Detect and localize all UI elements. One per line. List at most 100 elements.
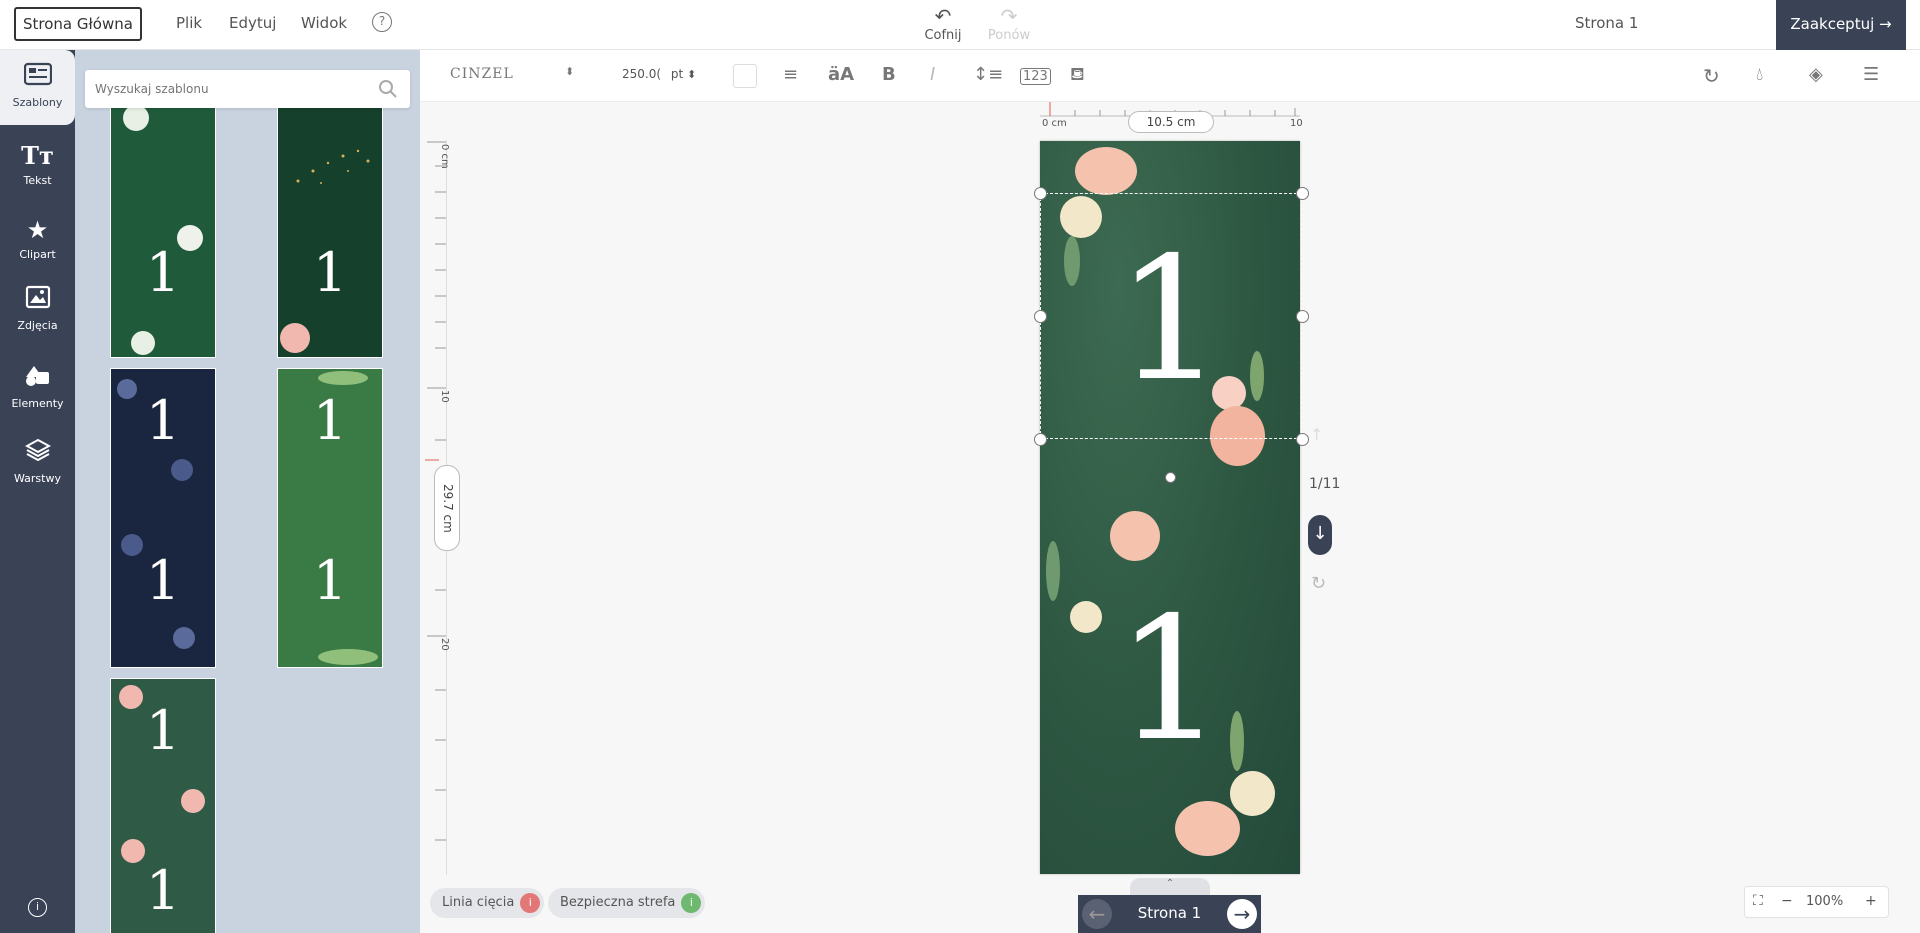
page-title: Strona 1 [1575,14,1639,32]
font-size-input[interactable]: 250.0( pt ⬍ [622,67,696,81]
text-toolbar: Cinzel ⬍ 250.0( pt ⬍ ≡ äA B I ↕≡ 123 ⛾ ↻… [420,50,1920,102]
resize-handle[interactable] [1296,187,1309,200]
left-sidebar: Szablony Tт Tekst ★ Clipart Zdjęcia Elem… [0,50,75,933]
help-icon[interactable]: ? [372,12,392,32]
flower-decoration [280,323,310,353]
align-center-icon[interactable]: ≡ [783,64,798,85]
font-size-value: 250.0( [622,67,662,81]
sidebar-item-clipart[interactable]: ★ Clipart [0,216,75,261]
next-page-button[interactable]: → [1227,899,1257,929]
photo-icon [0,285,75,315]
template-search [85,70,410,108]
flower-decoration [171,459,193,481]
sidebar-item-elements[interactable]: Elementy [0,363,75,410]
sidebar-item-label: Clipart [19,248,56,261]
layers-order-icon[interactable]: ◈ [1809,64,1823,85]
flower-decoration [1110,511,1160,561]
resize-handle[interactable] [1034,310,1047,323]
search-icon[interactable] [378,79,398,99]
gold-dots-decoration [296,149,370,184]
ruler-v-20: 20 [439,638,450,651]
page-number-bottom[interactable]: 1 [1040,581,1300,779]
redo-icon: ↷ [1000,4,1018,28]
template-thumbnail[interactable]: 1 1 [110,678,216,933]
accept-button[interactable]: Zaakceptuj → [1776,0,1906,50]
cut-line-toggle[interactable]: Linia cięcia i [430,888,545,918]
text-color-swatch[interactable] [733,64,757,88]
settings-sliders-icon[interactable]: ☰ [1863,64,1879,85]
arrow-right-icon: → [1233,902,1251,926]
fullscreen-icon[interactable]: ⛶ [1753,893,1763,909]
bold-icon[interactable]: B [882,64,896,85]
sidebar-item-photos[interactable]: Zdjęcia [0,285,75,332]
arrow-down-icon: ↓ [1312,523,1328,544]
sidebar-item-label: Tekst [23,174,52,187]
safe-zone-toggle[interactable]: Bezpieczna strefa i [548,888,706,918]
resize-handle[interactable] [1296,433,1309,446]
font-case-icon[interactable]: äA [828,64,854,85]
menu-view[interactable]: Widok [301,14,347,32]
line-height-icon[interactable]: ↕≡ [973,64,1003,85]
layers-icon [0,438,75,468]
leaf-decoration [318,371,368,385]
template-number: 1 [145,549,181,612]
sidebar-item-label: Warstwy [14,472,61,485]
info-icon: i [520,893,541,913]
menu-file[interactable]: Plik [176,14,202,32]
info-icon[interactable]: i [28,898,47,917]
sidebar-item-label: Szablony [12,96,63,109]
template-number: 1 [145,241,181,304]
resize-handle[interactable] [1034,433,1047,446]
template-thumbnail[interactable]: 1 [110,100,216,358]
font-name: Cinzel [450,66,514,82]
arrow-down-button[interactable]: ↓ [1308,515,1332,555]
template-thumbnail[interactable]: 1 [277,100,383,358]
rotate-icon[interactable]: ↻ [1703,64,1720,88]
font-family-select[interactable]: Cinzel ⬍ [450,65,574,82]
arrow-right-icon: → [1879,15,1892,33]
refresh-icon[interactable]: ↻ [1311,573,1326,594]
rotate-handle[interactable] [1165,472,1176,483]
template-number: 1 [145,859,181,922]
zoom-control: ⛶ − 100% + [1744,886,1889,918]
paint-bucket-icon[interactable]: ⛾ [1070,64,1085,88]
resize-handle[interactable] [1034,187,1047,200]
numbering-icon[interactable]: 123 [1020,68,1051,85]
undo-label: Cofnij [924,28,962,43]
ruler-h-start: 0 cm [1042,118,1067,129]
template-thumbnail[interactable]: 1 1 [110,368,216,668]
search-input[interactable] [85,70,365,108]
opacity-icon[interactable]: 💧︎ [1756,64,1763,85]
redo-button[interactable]: ↷ Ponów [986,4,1032,43]
resize-handle[interactable] [1296,310,1309,323]
chevron-updown-icon: ⬍ [687,68,697,81]
flower-decoration [1075,147,1137,195]
sidebar-item-text[interactable]: Tт Tekst [0,142,75,188]
home-button[interactable]: Strona Główna [14,7,142,41]
flower-decoration [1175,801,1240,856]
zoom-in-icon[interactable]: + [1865,893,1877,909]
ruler-v-10: 10 [439,390,450,403]
menu-edit[interactable]: Edytuj [229,14,276,32]
undo-button[interactable]: ↶ Cofnij [920,4,966,43]
chevron-up-icon: ⌃ [1165,878,1175,889]
sidebar-item-templates[interactable]: Szablony [0,50,75,125]
templates-icon [0,62,75,92]
page-navigation: ← Strona 1 → [1078,895,1261,933]
chevron-updown-icon: ⬍ [565,65,576,78]
template-thumbnail[interactable]: 1 1 [277,368,383,668]
font-size-unit: pt [670,67,684,81]
info-icon: i [681,893,702,913]
ruler-width-pill: 10.5 cm [1128,111,1214,133]
arrow-up-icon[interactable]: ↑ [1310,425,1323,444]
page-strip-toggle[interactable]: ⌃ [1130,878,1210,896]
selection-box[interactable] [1040,193,1302,439]
undo-icon: ↶ [934,4,952,28]
star-icon: ★ [26,216,49,244]
accept-label: Zaakceptuj [1790,15,1875,33]
zoom-out-icon[interactable]: − [1781,893,1793,909]
sidebar-item-layers[interactable]: Warstwy [0,438,75,485]
template-number: 1 [145,699,181,762]
templates-panel: 1 1 1 1 1 1 1 1 [75,50,420,933]
italic-icon[interactable]: I [930,64,935,85]
